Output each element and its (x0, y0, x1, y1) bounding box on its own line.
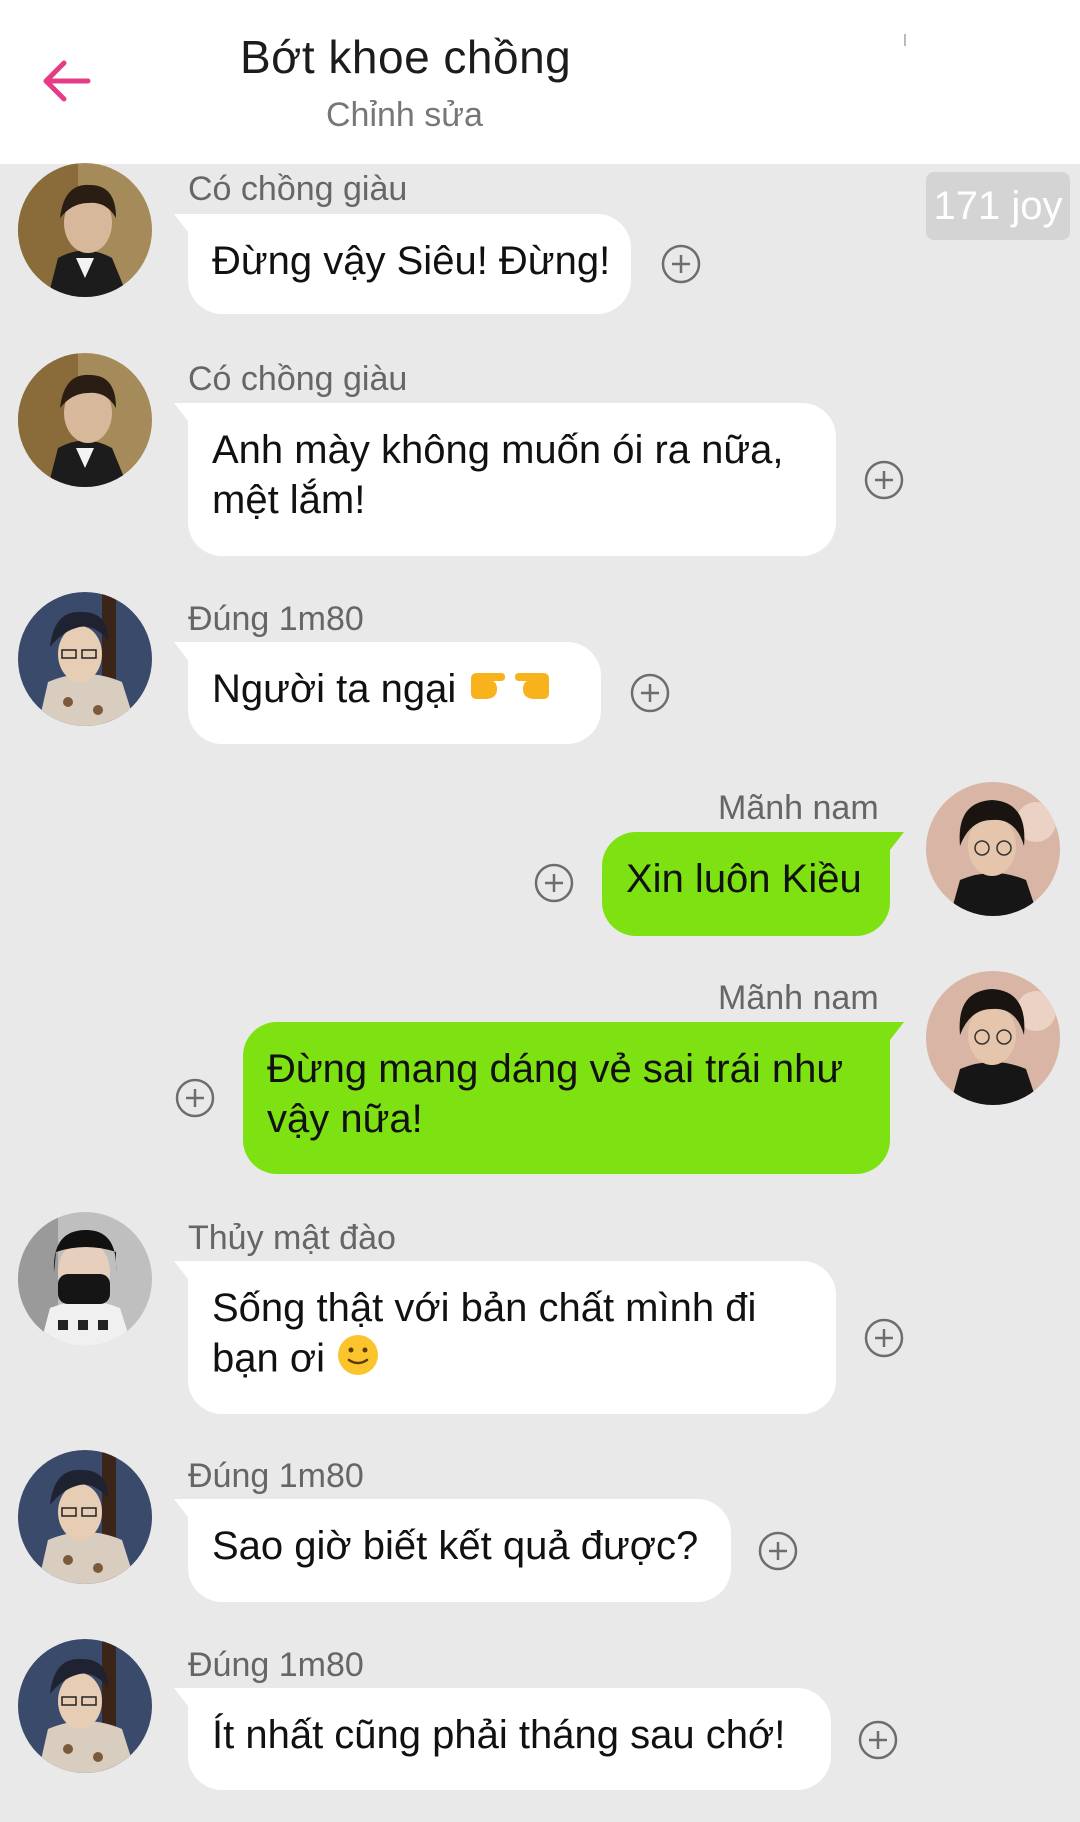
divider (904, 34, 906, 46)
sender-name: Đúng 1m80 (188, 1646, 364, 1684)
back-button[interactable] (34, 50, 100, 116)
add-reaction-button[interactable] (661, 244, 701, 284)
joy-badge: 171 joy (926, 172, 1070, 240)
message-bubble[interactable]: Đừng vậy Siêu! Đừng! (174, 214, 631, 314)
edit-link[interactable]: Chỉnh sửa (326, 96, 483, 135)
avatar[interactable] (18, 592, 152, 726)
message-text: Sao giờ biết kết quả được? (212, 1524, 699, 1568)
plus-circle-icon (864, 460, 904, 504)
sender-name: Có chồng giàu (188, 360, 408, 398)
avatar[interactable] (18, 1450, 152, 1584)
message-bubble[interactable]: Người ta ngại (174, 642, 601, 744)
plus-circle-icon (758, 1531, 798, 1575)
avatar[interactable] (18, 353, 152, 487)
message-bubble[interactable]: Xin luôn Kiều (602, 832, 904, 936)
message-text: Đừng mang dáng vẻ sai trái như vậy nữa! (267, 1047, 844, 1141)
arrow-left-icon (42, 59, 92, 108)
chat-header: Bớt khoe chồng Chỉnh sửa (0, 0, 1080, 164)
message-text: Đừng vậy Siêu! Đừng! (212, 239, 611, 283)
sender-name: Đúng 1m80 (188, 600, 364, 638)
pointing-fingers-emoji (467, 665, 553, 717)
avatar[interactable] (926, 971, 1060, 1105)
message-text: Ít nhất cũng phải tháng sau chớ! (212, 1713, 786, 1757)
plus-circle-icon (661, 244, 701, 288)
message-bubble[interactable]: Đừng mang dáng vẻ sai trái như vậy nữa! (243, 1022, 904, 1174)
add-reaction-button[interactable] (534, 863, 574, 903)
sender-name: Có chồng giàu (188, 170, 408, 208)
add-reaction-button[interactable] (175, 1078, 215, 1118)
plus-circle-icon (858, 1720, 898, 1764)
plus-circle-icon (630, 673, 670, 717)
add-reaction-button[interactable] (858, 1720, 898, 1760)
message-text: Người ta ngại (212, 667, 457, 711)
message-text: Sống thật với bản chất mình đi bạn ơi (212, 1286, 757, 1381)
avatar[interactable] (926, 782, 1060, 916)
slightly-smiling-face-emoji (336, 1333, 380, 1389)
avatar[interactable] (18, 1212, 152, 1346)
add-reaction-button[interactable] (758, 1531, 798, 1571)
message-bubble[interactable]: Sao giờ biết kết quả được? (174, 1499, 731, 1602)
sender-name: Đúng 1m80 (188, 1457, 364, 1495)
plus-circle-icon (864, 1318, 904, 1362)
sender-name: Mãnh nam (718, 789, 879, 827)
chat-title: Bớt khoe chồng (240, 31, 572, 83)
avatar[interactable] (18, 163, 152, 297)
add-reaction-button[interactable] (864, 460, 904, 500)
avatar[interactable] (18, 1639, 152, 1773)
message-bubble[interactable]: Sống thật với bản chất mình đi bạn ơi (174, 1261, 836, 1414)
add-reaction-button[interactable] (630, 673, 670, 713)
sender-name: Thủy mật đào (188, 1219, 396, 1257)
message-text: Xin luôn Kiều (626, 857, 862, 901)
message-bubble[interactable]: Ít nhất cũng phải tháng sau chớ! (174, 1688, 831, 1790)
plus-circle-icon (534, 863, 574, 907)
add-reaction-button[interactable] (864, 1318, 904, 1358)
plus-circle-icon (175, 1078, 215, 1122)
message-bubble[interactable]: Anh mày không muốn ói ra nữa, mệt lắm! (174, 403, 836, 556)
message-text: Anh mày không muốn ói ra nữa, mệt lắm! (212, 428, 784, 522)
sender-name: Mãnh nam (718, 979, 879, 1017)
